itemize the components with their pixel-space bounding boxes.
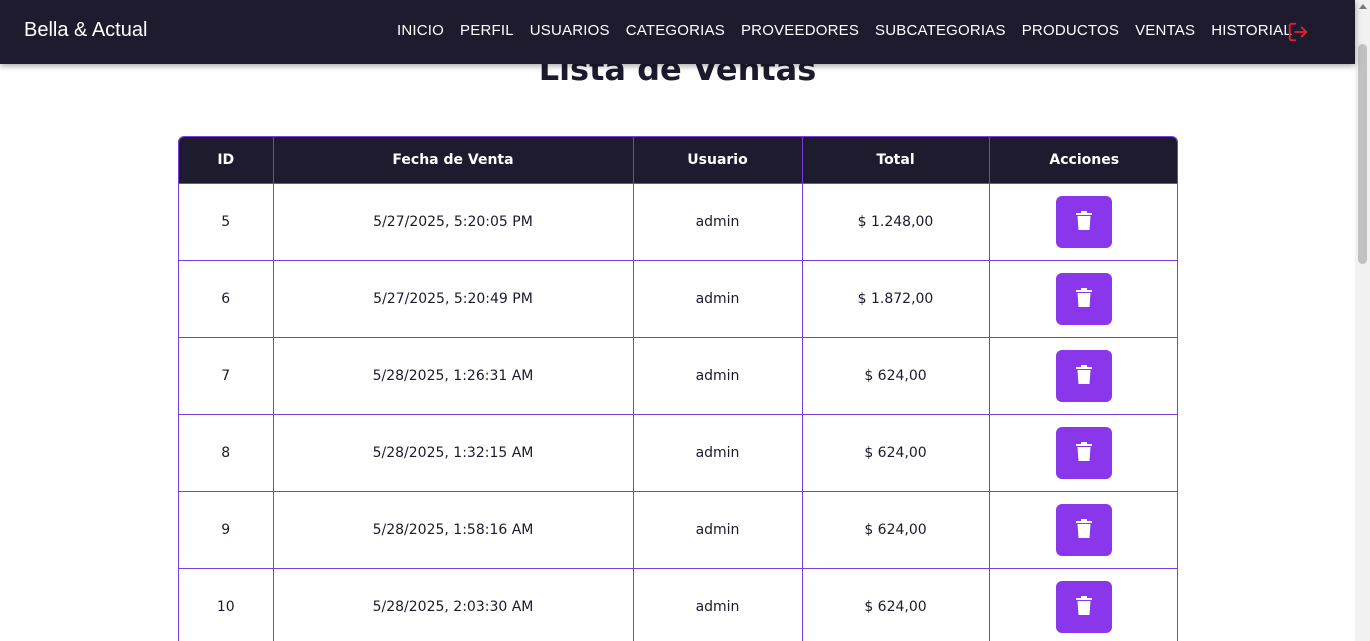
trash-icon [1076,364,1093,387]
cell-fecha: 5/28/2025, 1:32:15 AM [273,413,634,491]
page-scrollbar[interactable] [1355,0,1370,641]
cell-total: $ 624,00 [802,336,990,414]
trash-icon [1076,518,1093,541]
table-row: 8 5/28/2025, 1:32:15 AM admin $ 624,00 [179,413,1177,491]
cell-acciones [989,567,1177,641]
cell-acciones [989,336,1177,414]
table-row: 10 5/28/2025, 2:03:30 AM admin $ 624,00 [179,567,1177,641]
cell-id: 7 [179,336,274,414]
cell-fecha: 5/28/2025, 1:58:16 AM [273,490,634,568]
delete-button[interactable] [1056,503,1113,556]
cell-usuario: admin [633,567,803,641]
cell-usuario: admin [633,413,803,491]
cell-acciones [989,490,1177,568]
header-usuario: Usuario [633,137,803,183]
brand-logo[interactable]: Bella & Actual [24,19,147,42]
nav-categorias[interactable]: CATEGORIAS [618,22,733,39]
nav-historial[interactable]: HISTORIAL [1203,22,1300,39]
cell-total: $ 624,00 [802,413,990,491]
cell-id: 8 [179,413,274,491]
scroll-thumb[interactable] [1358,44,1367,264]
nav-inicio[interactable]: INICIO [389,22,452,39]
delete-button[interactable] [1056,349,1113,402]
cell-fecha: 5/28/2025, 2:03:30 AM [273,567,634,641]
cell-total: $ 624,00 [802,490,990,568]
cell-fecha: 5/27/2025, 5:20:49 PM [273,259,634,337]
table-row: 9 5/28/2025, 1:58:16 AM admin $ 624,00 [179,490,1177,568]
cell-fecha: 5/28/2025, 1:26:31 AM [273,336,634,414]
cell-total: $ 1.248,00 [802,182,990,260]
cell-usuario: admin [633,182,803,260]
nav-subcategorias[interactable]: SUBCATEGORIAS [867,22,1014,39]
cell-fecha: 5/27/2025, 5:20:05 PM [273,182,634,260]
cell-id: 5 [179,182,274,260]
trash-icon [1076,210,1093,233]
cell-usuario: admin [633,490,803,568]
nav-links: INICIO PERFIL USUARIOS CATEGORIAS PROVEE… [389,22,1300,39]
cell-acciones [989,413,1177,491]
logout-icon[interactable] [1287,21,1309,43]
cell-id: 10 [179,567,274,641]
cell-acciones [989,182,1177,260]
cell-total: $ 1.872,00 [802,259,990,337]
header-acciones: Acciones [989,137,1177,183]
trash-icon [1076,595,1093,618]
cell-id: 9 [179,490,274,568]
header-fecha: Fecha de Venta [273,137,634,183]
nav-ventas[interactable]: VENTAS [1127,22,1203,39]
nav-proveedores[interactable]: PROVEEDORES [733,22,867,39]
header-id: ID [179,137,274,183]
scroll-up-arrow-icon[interactable] [1359,4,1367,9]
nav-usuarios[interactable]: USUARIOS [522,22,618,39]
table-row: 6 5/27/2025, 5:20:49 PM admin $ 1.872,00 [179,259,1177,337]
nav-perfil[interactable]: PERFIL [452,22,522,39]
table-row: 7 5/28/2025, 1:26:31 AM admin $ 624,00 [179,336,1177,414]
cell-id: 6 [179,259,274,337]
delete-button[interactable] [1056,195,1113,248]
top-navbar: Bella & Actual INICIO PERFIL USUARIOS CA… [0,0,1355,64]
cell-total: $ 624,00 [802,567,990,641]
sales-table-container: ID Fecha de Venta Usuario Total Acciones… [178,136,1178,641]
sales-table: ID Fecha de Venta Usuario Total Acciones… [179,137,1177,641]
trash-icon [1076,441,1093,464]
trash-icon [1076,287,1093,310]
table-row: 5 5/27/2025, 5:20:05 PM admin $ 1.248,00 [179,182,1177,260]
delete-button[interactable] [1056,426,1113,479]
nav-productos[interactable]: PRODUCTOS [1014,22,1127,39]
table-header-row: ID Fecha de Venta Usuario Total Acciones [179,137,1177,183]
cell-usuario: admin [633,336,803,414]
cell-usuario: admin [633,259,803,337]
delete-button[interactable] [1056,580,1113,633]
cell-acciones [989,259,1177,337]
header-total: Total [802,137,990,183]
delete-button[interactable] [1056,272,1113,325]
